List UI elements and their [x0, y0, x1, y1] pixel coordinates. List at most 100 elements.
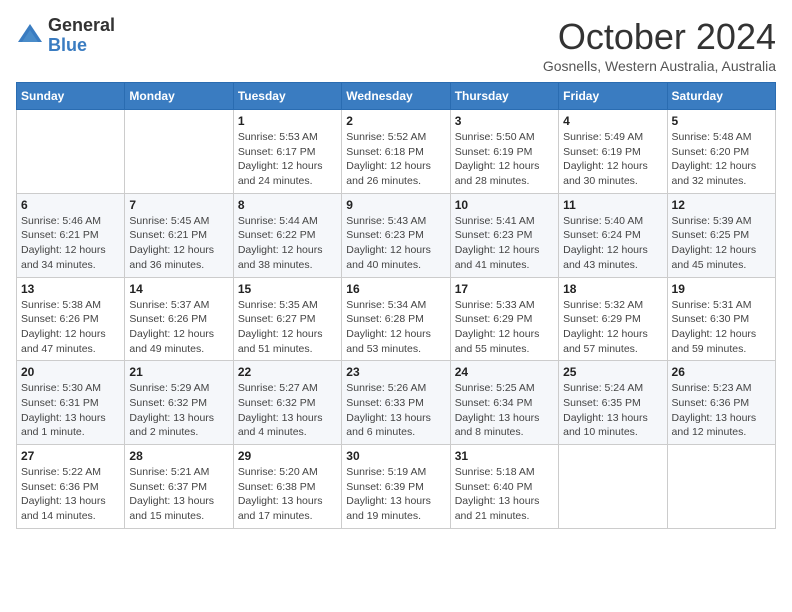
calendar-cell: 19Sunrise: 5:31 AM Sunset: 6:30 PM Dayli… — [667, 277, 775, 361]
calendar-cell: 31 Sunrise: 5:18 AM Sunset: 6:40 PM Dayli… — [450, 445, 558, 529]
calendar-cell: 17 Sunrise: 5:33 AM Sunset: 6:29 PM Dayli… — [450, 277, 558, 361]
calendar-cell: 25Sunrise: 5:24 AM Sunset: 6:35 PM Dayli… — [559, 361, 667, 445]
calendar-cell: 29 Sunrise: 5:20 AM Sunset: 6:38 PM Dayli… — [233, 445, 341, 529]
day-info: Sunrise: 5:27 AM Sunset: 6:32 PM Dayligh… — [238, 381, 337, 440]
calendar-week-3: 13 Sunrise: 5:38 AM Sunset: 6:26 PM Dayli… — [17, 277, 776, 361]
day-number: 18 — [563, 282, 662, 296]
logo: General Blue — [16, 16, 115, 56]
calendar-cell: 28 Sunrise: 5:21 AM Sunset: 6:37 PM Dayli… — [125, 445, 233, 529]
logo-general-text: General — [48, 16, 115, 36]
day-number: 19 — [672, 282, 771, 296]
month-title: October 2024 — [543, 16, 776, 58]
calendar-cell: 8 Sunrise: 5:44 AM Sunset: 6:22 PM Daylig… — [233, 193, 341, 277]
calendar-cell: 3Sunrise: 5:50 AM Sunset: 6:19 PM Daylig… — [450, 110, 558, 194]
day-info: Sunrise: 5:32 AM Sunset: 6:29 PM Dayligh… — [563, 298, 662, 357]
calendar-cell: 2Sunrise: 5:52 AM Sunset: 6:18 PM Daylig… — [342, 110, 450, 194]
day-info: Sunrise: 5:21 AM Sunset: 6:37 PM Dayligh… — [129, 465, 228, 524]
day-number: 1 — [238, 114, 337, 128]
day-info: Sunrise: 5:43 AM Sunset: 6:23 PM Dayligh… — [346, 214, 445, 273]
day-info: Sunrise: 5:52 AM Sunset: 6:18 PM Dayligh… — [346, 130, 445, 189]
weekday-header-tuesday: Tuesday — [233, 83, 341, 110]
weekday-header-monday: Monday — [125, 83, 233, 110]
day-info: Sunrise: 5:40 AM Sunset: 6:24 PM Dayligh… — [563, 214, 662, 273]
day-number: 12 — [672, 198, 771, 212]
day-number: 20 — [21, 365, 120, 379]
title-section: October 2024 Gosnells, Western Australia… — [543, 16, 776, 74]
day-number: 22 — [238, 365, 337, 379]
weekday-header-thursday: Thursday — [450, 83, 558, 110]
calendar-cell: 27 Sunrise: 5:22 AM Sunset: 6:36 PM Dayli… — [17, 445, 125, 529]
weekday-header-saturday: Saturday — [667, 83, 775, 110]
logo-icon — [16, 22, 44, 50]
calendar-cell: 13 Sunrise: 5:38 AM Sunset: 6:26 PM Dayli… — [17, 277, 125, 361]
day-info: Sunrise: 5:49 AM Sunset: 6:19 PM Dayligh… — [563, 130, 662, 189]
day-number: 15 — [238, 282, 337, 296]
weekday-header-sunday: Sunday — [17, 83, 125, 110]
day-number: 30 — [346, 449, 445, 463]
day-info: Sunrise: 5:26 AM Sunset: 6:33 PM Dayligh… — [346, 381, 445, 440]
weekday-header-wednesday: Wednesday — [342, 83, 450, 110]
calendar-cell: 20 Sunrise: 5:30 AM Sunset: 6:31 PM Dayli… — [17, 361, 125, 445]
calendar-cell — [17, 110, 125, 194]
day-number: 28 — [129, 449, 228, 463]
day-info: Sunrise: 5:22 AM Sunset: 6:36 PM Dayligh… — [21, 465, 120, 524]
weekday-header-friday: Friday — [559, 83, 667, 110]
day-number: 14 — [129, 282, 228, 296]
day-info: Sunrise: 5:20 AM Sunset: 6:38 PM Dayligh… — [238, 465, 337, 524]
day-number: 29 — [238, 449, 337, 463]
calendar-cell — [559, 445, 667, 529]
calendar-week-2: 6 Sunrise: 5:46 AM Sunset: 6:21 PM Daylig… — [17, 193, 776, 277]
calendar-week-1: 1Sunrise: 5:53 AM Sunset: 6:17 PM Daylig… — [17, 110, 776, 194]
day-info: Sunrise: 5:44 AM Sunset: 6:22 PM Dayligh… — [238, 214, 337, 273]
calendar-cell: 26Sunrise: 5:23 AM Sunset: 6:36 PM Dayli… — [667, 361, 775, 445]
weekday-header-row: SundayMondayTuesdayWednesdayThursdayFrid… — [17, 83, 776, 110]
day-number: 9 — [346, 198, 445, 212]
calendar-cell: 4 Sunrise: 5:49 AM Sunset: 6:19 PM Daylig… — [559, 110, 667, 194]
day-number: 24 — [455, 365, 554, 379]
calendar-cell: 7 Sunrise: 5:45 AM Sunset: 6:21 PM Daylig… — [125, 193, 233, 277]
calendar-table: SundayMondayTuesdayWednesdayThursdayFrid… — [16, 82, 776, 529]
day-info: Sunrise: 5:39 AM Sunset: 6:25 PM Dayligh… — [672, 214, 771, 273]
calendar-cell: 5Sunrise: 5:48 AM Sunset: 6:20 PM Daylig… — [667, 110, 775, 194]
calendar-cell: 23 Sunrise: 5:26 AM Sunset: 6:33 PM Dayli… — [342, 361, 450, 445]
calendar-header: SundayMondayTuesdayWednesdayThursdayFrid… — [17, 83, 776, 110]
day-number: 7 — [129, 198, 228, 212]
day-number: 4 — [563, 114, 662, 128]
day-number: 21 — [129, 365, 228, 379]
calendar-cell — [125, 110, 233, 194]
day-number: 17 — [455, 282, 554, 296]
calendar-cell: 15 Sunrise: 5:35 AM Sunset: 6:27 PM Dayli… — [233, 277, 341, 361]
day-number: 8 — [238, 198, 337, 212]
day-info: Sunrise: 5:30 AM Sunset: 6:31 PM Dayligh… — [21, 381, 120, 440]
calendar-cell: 22 Sunrise: 5:27 AM Sunset: 6:32 PM Dayli… — [233, 361, 341, 445]
logo-blue-text: Blue — [48, 36, 115, 56]
calendar-cell: 10 Sunrise: 5:41 AM Sunset: 6:23 PM Dayli… — [450, 193, 558, 277]
day-info: Sunrise: 5:23 AM Sunset: 6:36 PM Dayligh… — [672, 381, 771, 440]
day-number: 13 — [21, 282, 120, 296]
day-info: Sunrise: 5:18 AM Sunset: 6:40 PM Dayligh… — [455, 465, 554, 524]
day-info: Sunrise: 5:38 AM Sunset: 6:26 PM Dayligh… — [21, 298, 120, 357]
calendar-cell: 9 Sunrise: 5:43 AM Sunset: 6:23 PM Daylig… — [342, 193, 450, 277]
day-info: Sunrise: 5:45 AM Sunset: 6:21 PM Dayligh… — [129, 214, 228, 273]
day-info: Sunrise: 5:35 AM Sunset: 6:27 PM Dayligh… — [238, 298, 337, 357]
day-info: Sunrise: 5:29 AM Sunset: 6:32 PM Dayligh… — [129, 381, 228, 440]
day-number: 10 — [455, 198, 554, 212]
day-info: Sunrise: 5:46 AM Sunset: 6:21 PM Dayligh… — [21, 214, 120, 273]
calendar-cell: 24Sunrise: 5:25 AM Sunset: 6:34 PM Dayli… — [450, 361, 558, 445]
day-number: 23 — [346, 365, 445, 379]
day-number: 31 — [455, 449, 554, 463]
day-info: Sunrise: 5:24 AM Sunset: 6:35 PM Dayligh… — [563, 381, 662, 440]
calendar-week-4: 20 Sunrise: 5:30 AM Sunset: 6:31 PM Dayli… — [17, 361, 776, 445]
day-info: Sunrise: 5:50 AM Sunset: 6:19 PM Dayligh… — [455, 130, 554, 189]
day-info: Sunrise: 5:41 AM Sunset: 6:23 PM Dayligh… — [455, 214, 554, 273]
day-number: 27 — [21, 449, 120, 463]
calendar-cell: 11 Sunrise: 5:40 AM Sunset: 6:24 PM Dayli… — [559, 193, 667, 277]
calendar-cell: 6 Sunrise: 5:46 AM Sunset: 6:21 PM Daylig… — [17, 193, 125, 277]
day-info: Sunrise: 5:19 AM Sunset: 6:39 PM Dayligh… — [346, 465, 445, 524]
calendar-cell — [667, 445, 775, 529]
day-number: 11 — [563, 198, 662, 212]
day-info: Sunrise: 5:48 AM Sunset: 6:20 PM Dayligh… — [672, 130, 771, 189]
day-info: Sunrise: 5:33 AM Sunset: 6:29 PM Dayligh… — [455, 298, 554, 357]
day-info: Sunrise: 5:34 AM Sunset: 6:28 PM Dayligh… — [346, 298, 445, 357]
day-number: 6 — [21, 198, 120, 212]
